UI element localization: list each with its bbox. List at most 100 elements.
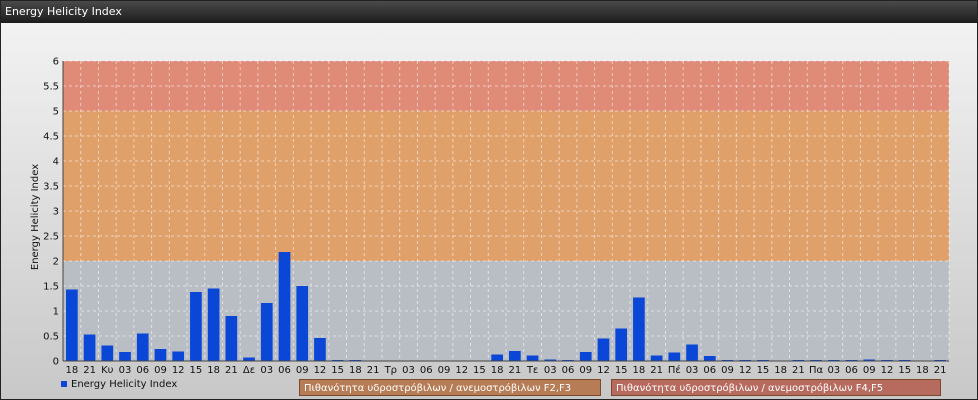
x-tick-label: 15 bbox=[473, 365, 486, 375]
x-tick-label: Κυ bbox=[101, 365, 114, 375]
x-tick-label: 21 bbox=[934, 365, 947, 375]
bar bbox=[243, 357, 255, 361]
x-tick-label: 21 bbox=[792, 365, 805, 375]
x-tick-label: 06 bbox=[136, 365, 149, 375]
x-tick-label: 09 bbox=[154, 365, 167, 375]
x-tick-label: 18 bbox=[491, 365, 504, 375]
x-tick-label: 09 bbox=[863, 365, 876, 375]
x-tick-label: 15 bbox=[898, 365, 911, 375]
bar bbox=[597, 338, 610, 361]
window-title: Energy Helicity Index bbox=[1, 1, 977, 23]
y-tick-label: 6 bbox=[53, 57, 59, 68]
y-tick-label: 1 bbox=[53, 307, 59, 318]
legend-item[interactable]: Energy Helicity Index bbox=[61, 377, 177, 393]
x-tick-label: Δε bbox=[243, 365, 255, 375]
bar bbox=[101, 345, 114, 361]
x-tick-label: 09 bbox=[438, 365, 451, 375]
x-tick-label: 12 bbox=[597, 365, 610, 375]
x-tick-label: 03 bbox=[827, 365, 840, 375]
bar bbox=[686, 344, 698, 361]
legend-row: Energy Helicity Index Πιθανότητα υδροστρ… bbox=[1, 375, 977, 397]
x-tick-label: 06 bbox=[562, 365, 575, 375]
bar bbox=[314, 338, 326, 361]
x-tick-label: 12 bbox=[455, 365, 468, 375]
y-tick-label: 5 bbox=[53, 107, 59, 118]
legend-label: Energy Helicity Index bbox=[71, 379, 178, 390]
x-tick-label: 15 bbox=[615, 365, 628, 375]
x-tick-label: 15 bbox=[757, 365, 770, 375]
bar bbox=[650, 355, 663, 361]
x-tick-label: 15 bbox=[190, 365, 203, 375]
x-tick-label: 09 bbox=[721, 365, 734, 375]
y-tick-label: 4.5 bbox=[43, 132, 59, 143]
bar bbox=[119, 352, 131, 361]
x-tick-label: 12 bbox=[739, 365, 752, 375]
x-tick-label: Πέ bbox=[668, 364, 681, 375]
y-tick-label: 0 bbox=[53, 357, 59, 368]
x-tick-label: 15 bbox=[331, 365, 344, 375]
x-tick-label: Πα bbox=[809, 365, 824, 375]
x-tick-label: 09 bbox=[296, 365, 309, 375]
y-tick-label: 0.5 bbox=[43, 332, 59, 343]
bar bbox=[278, 252, 291, 361]
x-tick-label: 12 bbox=[314, 365, 327, 375]
bar bbox=[154, 349, 167, 361]
y-tick-label: 2 bbox=[53, 257, 59, 268]
chart-panel: Energy Helicity Index 0 0.5 1 1.5 2 2.5 3 3.5 4 4… bbox=[0, 0, 978, 400]
bar bbox=[491, 354, 503, 361]
x-tick-label: 03 bbox=[686, 365, 699, 375]
x-tick-label: 18 bbox=[774, 365, 787, 375]
x-tick-label: 21 bbox=[83, 365, 96, 375]
x-tick-label: 06 bbox=[845, 365, 858, 375]
y-tick-label: 5.5 bbox=[43, 82, 59, 93]
x-tick-label: 03 bbox=[119, 365, 132, 375]
x-tick-label: 09 bbox=[579, 365, 592, 375]
x-tick-label: 06 bbox=[703, 365, 716, 375]
band-label-f4-f5[interactable]: Πιθανότητα υδροστρόβιλων / ανεμοστρόβιλω… bbox=[611, 379, 941, 396]
bar bbox=[190, 292, 202, 361]
x-tick-label: 18 bbox=[916, 365, 929, 375]
bar bbox=[136, 333, 149, 361]
legend-swatch bbox=[61, 381, 67, 387]
x-tick-label: 21 bbox=[650, 365, 663, 375]
bar bbox=[579, 352, 592, 361]
x-tick-label: 03 bbox=[260, 365, 273, 375]
bar bbox=[260, 303, 273, 361]
x-tick-label: 06 bbox=[420, 365, 433, 375]
bar bbox=[526, 355, 539, 361]
chart-area: 0 0.5 1 1.5 2 2.5 3 3.5 4 4.5 5 5.5 6 18 21 Κυ 03 06 09 12 1… bbox=[1, 23, 977, 399]
bar-chart: 0 0.5 1 1.5 2 2.5 3 3.5 4 4.5 5 5.5 6 18 21 Κυ 03 06 09 12 1… bbox=[30, 57, 950, 376]
bar bbox=[225, 316, 238, 361]
y-tick-label: 3.5 bbox=[43, 182, 59, 193]
x-tick-label: 06 bbox=[278, 365, 291, 375]
x-tick-label: Τε bbox=[526, 365, 539, 375]
bar bbox=[509, 351, 521, 361]
x-tick-label: 21 bbox=[225, 365, 238, 375]
y-axis-label: Energy Helicity Index bbox=[30, 164, 41, 270]
bar bbox=[172, 351, 185, 361]
x-tick-label: 12 bbox=[172, 365, 185, 375]
bar bbox=[615, 328, 628, 361]
x-tick-label: 18 bbox=[349, 365, 362, 375]
bar bbox=[633, 297, 645, 361]
band-label-f2-f3[interactable]: Πιθανότητα υδροστρόβιλων / ανεμοστρόβιλω… bbox=[299, 379, 601, 396]
y-tick-label: 4 bbox=[53, 157, 59, 168]
x-tick-label: 12 bbox=[881, 365, 894, 375]
x-tick-label: Τρ bbox=[384, 365, 397, 375]
y-tick-label: 3 bbox=[53, 207, 59, 218]
x-tick-label: 21 bbox=[508, 365, 521, 375]
x-tick-label: 21 bbox=[367, 365, 380, 375]
bar bbox=[296, 286, 309, 361]
bar bbox=[207, 288, 220, 361]
bar bbox=[83, 334, 96, 361]
x-tick-label: 18 bbox=[207, 365, 220, 375]
bar bbox=[703, 356, 716, 361]
y-tick-label: 2.5 bbox=[43, 232, 59, 243]
bar bbox=[668, 352, 681, 361]
x-tick-label: 18 bbox=[65, 365, 78, 375]
bar bbox=[66, 289, 78, 361]
x-tick-label: 03 bbox=[544, 365, 557, 375]
x-tick-label: 18 bbox=[633, 365, 646, 375]
x-tick-label: 03 bbox=[402, 365, 415, 375]
y-tick-label: 1.5 bbox=[43, 282, 59, 293]
